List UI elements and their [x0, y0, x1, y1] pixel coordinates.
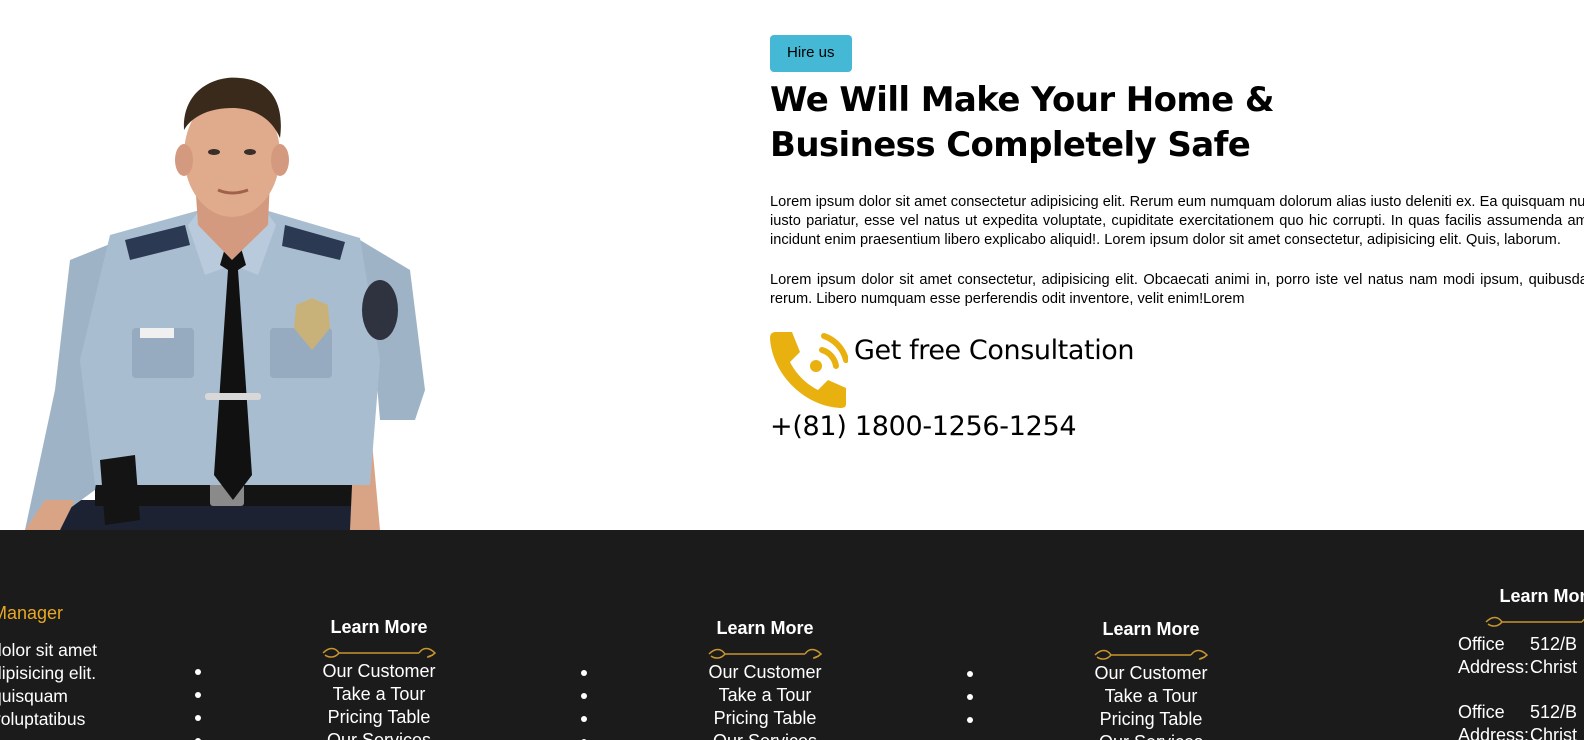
list-item[interactable]: Our Customer [195, 660, 489, 683]
list-item[interactable]: Take a Tour [195, 683, 489, 706]
list-item[interactable]: Our Services [1041, 731, 1261, 740]
column-title: Learn More [1102, 619, 1200, 639]
office-entry: Office 512/B Address:Christ [1458, 701, 1584, 740]
column-links: Our Customer Take a Tour Pricing Table O… [581, 661, 875, 740]
column-links: Our Customer Take a Tour Pricing Table O… [967, 662, 1261, 740]
secondary-paragraph: Lorem ipsum dolor sit amet consectetur, … [770, 272, 1584, 307]
about-line: dolor sit amet [0, 640, 98, 660]
list-item[interactable]: Our Customer [581, 661, 875, 684]
footer-column-2: Learn More Our Customer Take a Tour Pric… [581, 617, 875, 740]
address-value: Christ [1530, 657, 1578, 677]
office-value: 512/B [1530, 702, 1578, 722]
office-value: 512/B [1530, 634, 1578, 654]
list-item[interactable]: Our Services [195, 729, 489, 740]
column-title: Learn More [1499, 586, 1584, 606]
page-title: We Will Make Your Home & Business Comple… [770, 80, 1275, 165]
address-label: Address: [1458, 657, 1530, 677]
footer-column-3: Learn More Our Customer Take a Tour Pric… [967, 618, 1261, 740]
consultation-title: Get free Consultation [854, 335, 1135, 366]
hero-copy: Hire us We Will Make Your Home & Busines… [770, 35, 1584, 444]
list-item[interactable]: Take a Tour [581, 684, 875, 707]
footer: Manager dolor sit amet dipisicing elit. … [0, 530, 1584, 740]
hero-section: Hire us We Will Make Your Home & Busines… [0, 0, 1584, 530]
security-officer-image [25, 77, 425, 530]
about-line: quisquam [0, 686, 68, 706]
footer-column-1: Learn More Our Customer Take a Tour Pric… [195, 616, 489, 740]
list-item[interactable]: Pricing Table [195, 706, 489, 729]
column-title: Learn More [330, 617, 428, 637]
list-item[interactable]: Our Services [581, 730, 875, 740]
footer-office-column: Learn More Office512/B Address:Christ Of… [1458, 585, 1584, 740]
about-line: dipisicing elit. [0, 663, 97, 683]
about-line: voluptatibus [0, 709, 86, 729]
list-item[interactable]: Pricing Table [581, 707, 875, 730]
footer-about: Manager dolor sit amet dipisicing elit. … [0, 602, 122, 731]
office-label: Office [1458, 702, 1505, 722]
office-entry: Office 512/B Address:Christ [1458, 633, 1584, 679]
flourish-divider-icon [1094, 649, 1209, 660]
about-text: dolor sit amet dipisicing elit. quisquam… [0, 639, 122, 731]
hire-us-button[interactable]: Hire us [770, 35, 852, 72]
list-item[interactable]: Pricing Table [967, 708, 1261, 731]
flourish-divider-icon [1485, 616, 1584, 627]
column-links: Our Customer Take a Tour Pricing Table O… [195, 660, 489, 740]
address-label: Address: [1458, 725, 1530, 740]
office-label: Office [1458, 634, 1505, 654]
address-value: Christ [1530, 725, 1578, 740]
phone-ringing-icon [770, 332, 848, 408]
consultation-block: Get free Consultation [770, 330, 1584, 410]
intro-paragraph: Lorem ipsum dolor sit amet consectetur a… [770, 194, 1584, 248]
about-title: Manager [0, 603, 64, 623]
list-item[interactable]: Our Customer [967, 662, 1261, 685]
phone-number[interactable]: +(81) 1800-1256-1254 [770, 410, 1584, 444]
list-item[interactable]: Take a Tour [967, 685, 1261, 708]
column-title: Learn More [716, 618, 814, 638]
flourish-divider-icon [322, 647, 437, 658]
flourish-divider-icon [708, 648, 823, 659]
